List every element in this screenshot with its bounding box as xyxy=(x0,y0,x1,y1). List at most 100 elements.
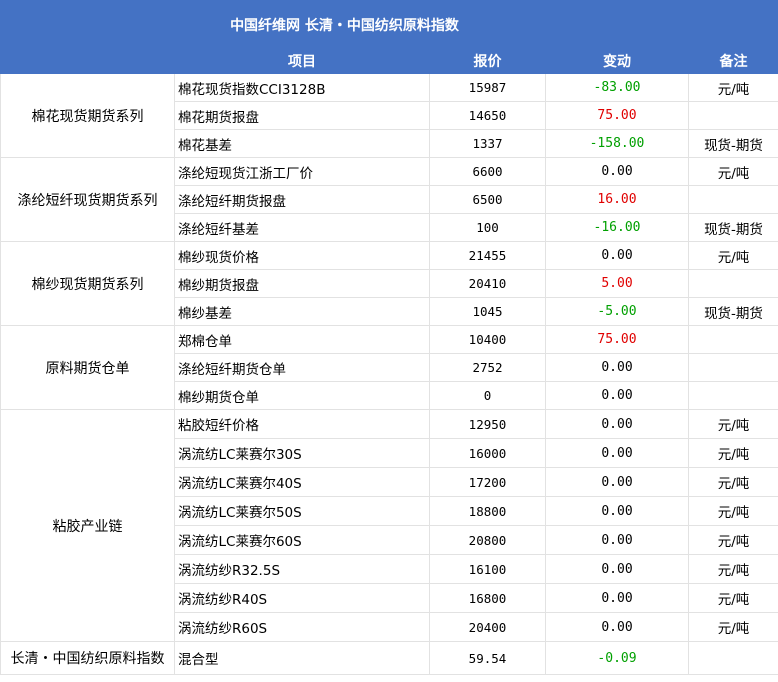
change-value: 0.00 xyxy=(545,353,689,382)
change-value: 0.00 xyxy=(545,583,689,613)
table-row: 原料期货仓单 郑棉仓单 10400 75.00 xyxy=(0,325,778,410)
item-name: 棉纱期货仓单 xyxy=(174,381,430,410)
index-table: 中国纤维网 长清・中国纺织原料指数 项目 报价 变动 备注 棉花现货期货系列 棉花… xyxy=(0,0,778,675)
note-value xyxy=(688,185,778,214)
price-value: 21455 xyxy=(429,241,546,270)
title-blank-cell xyxy=(688,0,778,49)
change-value: 0.00 xyxy=(545,438,689,468)
item-name: 棉花现货指数CCI3128B xyxy=(174,73,430,102)
change-value: 0.00 xyxy=(545,381,689,410)
price-value: 6500 xyxy=(429,185,546,214)
note-value: 元/吨 xyxy=(688,612,778,642)
header-row: 项目 报价 变动 备注 xyxy=(0,48,778,74)
item-name: 涡流纺LC莱赛尔60S xyxy=(174,525,430,555)
header-blank-cell xyxy=(0,48,175,74)
note-value: 元/吨 xyxy=(688,467,778,497)
price-value: 1045 xyxy=(429,297,546,326)
header-item: 项目 xyxy=(174,48,430,74)
change-value: 16.00 xyxy=(545,185,689,214)
item-name: 涤纶短现货江浙工厂价 xyxy=(174,157,430,186)
change-value: 0.00 xyxy=(545,241,689,270)
price-value: 2752 xyxy=(429,353,546,382)
change-value: 0.00 xyxy=(545,157,689,186)
price-value: 20400 xyxy=(429,612,546,642)
table-row: 涤纶短纤现货期货系列 涤纶短现货江浙工厂价 6600 0.00 元/吨 xyxy=(0,157,778,242)
item-name: 涤纶短纤期货报盘 xyxy=(174,185,430,214)
price-value: 16100 xyxy=(429,554,546,584)
group-name: 棉花现货期货系列 xyxy=(0,73,175,158)
footer-item: 混合型 xyxy=(174,641,430,675)
change-value: 75.00 xyxy=(545,325,689,354)
change-value: -158.00 xyxy=(545,129,689,158)
price-value: 20800 xyxy=(429,525,546,555)
item-name: 涤纶短纤基差 xyxy=(174,213,430,242)
note-value: 元/吨 xyxy=(688,554,778,584)
change-value: -83.00 xyxy=(545,73,689,102)
price-value: 6600 xyxy=(429,157,546,186)
change-value: 0.00 xyxy=(545,496,689,526)
item-name: 郑棉仓单 xyxy=(174,325,430,354)
change-value: 0.00 xyxy=(545,409,689,439)
change-value: 0.00 xyxy=(545,612,689,642)
header-change: 变动 xyxy=(545,48,689,74)
note-value: 元/吨 xyxy=(688,525,778,555)
footer-row: 长清・中国纺织原料指数 混合型 59.54 -0.09 xyxy=(0,641,778,675)
note-value: 现货-期货 xyxy=(688,297,778,326)
footer-note xyxy=(688,641,778,675)
item-name: 棉纱现货价格 xyxy=(174,241,430,270)
note-value: 元/吨 xyxy=(688,157,778,186)
note-value: 现货-期货 xyxy=(688,213,778,242)
header-note: 备注 xyxy=(688,48,778,74)
table-body: 棉花现货期货系列 棉花现货指数CCI3128B 15987 -83.00 元/吨 棉花期货… xyxy=(0,73,778,675)
group-name: 原料期货仓单 xyxy=(0,325,175,410)
item-name: 棉纱基差 xyxy=(174,297,430,326)
price-value: 17200 xyxy=(429,467,546,497)
item-name: 棉花期货报盘 xyxy=(174,101,430,130)
change-value: -16.00 xyxy=(545,213,689,242)
group-name: 棉纱现货期货系列 xyxy=(0,241,175,326)
title-row: 中国纤维网 长清・中国纺织原料指数 xyxy=(0,0,778,49)
item-name: 棉纱期货报盘 xyxy=(174,269,430,298)
change-value: -5.00 xyxy=(545,297,689,326)
note-value xyxy=(688,325,778,354)
note-value: 现货-期货 xyxy=(688,129,778,158)
change-value: 5.00 xyxy=(545,269,689,298)
table-row: 棉纱现货期货系列 棉纱现货价格 21455 0.00 元/吨 xyxy=(0,241,778,326)
item-name: 棉花基差 xyxy=(174,129,430,158)
item-name: 涡流纺纱R60S xyxy=(174,612,430,642)
price-value: 14650 xyxy=(429,101,546,130)
change-value: 75.00 xyxy=(545,101,689,130)
item-name: 涡流纺纱R32.5S xyxy=(174,554,430,584)
price-value: 16000 xyxy=(429,438,546,468)
group-name: 粘胶产业链 xyxy=(0,409,175,642)
item-name: 粘胶短纤价格 xyxy=(174,409,430,439)
item-name: 涤纶短纤期货仓单 xyxy=(174,353,430,382)
price-value: 16800 xyxy=(429,583,546,613)
group-name: 涤纶短纤现货期货系列 xyxy=(0,157,175,242)
note-value xyxy=(688,101,778,130)
change-value: 0.00 xyxy=(545,525,689,555)
price-value: 10400 xyxy=(429,325,546,354)
price-value: 15987 xyxy=(429,73,546,102)
footer-change: -0.09 xyxy=(545,641,689,675)
price-value: 18800 xyxy=(429,496,546,526)
header-price: 报价 xyxy=(429,48,546,74)
note-value xyxy=(688,353,778,382)
note-value xyxy=(688,269,778,298)
note-value: 元/吨 xyxy=(688,583,778,613)
price-value: 100 xyxy=(429,213,546,242)
price-value: 0 xyxy=(429,381,546,410)
item-name: 涡流纺LC莱赛尔30S xyxy=(174,438,430,468)
change-value: 0.00 xyxy=(545,554,689,584)
note-value: 元/吨 xyxy=(688,241,778,270)
price-value: 1337 xyxy=(429,129,546,158)
footer-name: 长清・中国纺织原料指数 xyxy=(0,641,175,675)
note-value: 元/吨 xyxy=(688,438,778,468)
note-value: 元/吨 xyxy=(688,409,778,439)
footer-price: 59.54 xyxy=(429,641,546,675)
item-name: 涡流纺纱R40S xyxy=(174,583,430,613)
price-value: 20410 xyxy=(429,269,546,298)
change-value: 0.00 xyxy=(545,467,689,497)
table-title: 中国纤维网 长清・中国纺织原料指数 xyxy=(0,0,689,49)
table-row: 粘胶产业链 粘胶短纤价格 12950 0.00 元/吨 xyxy=(0,409,778,642)
